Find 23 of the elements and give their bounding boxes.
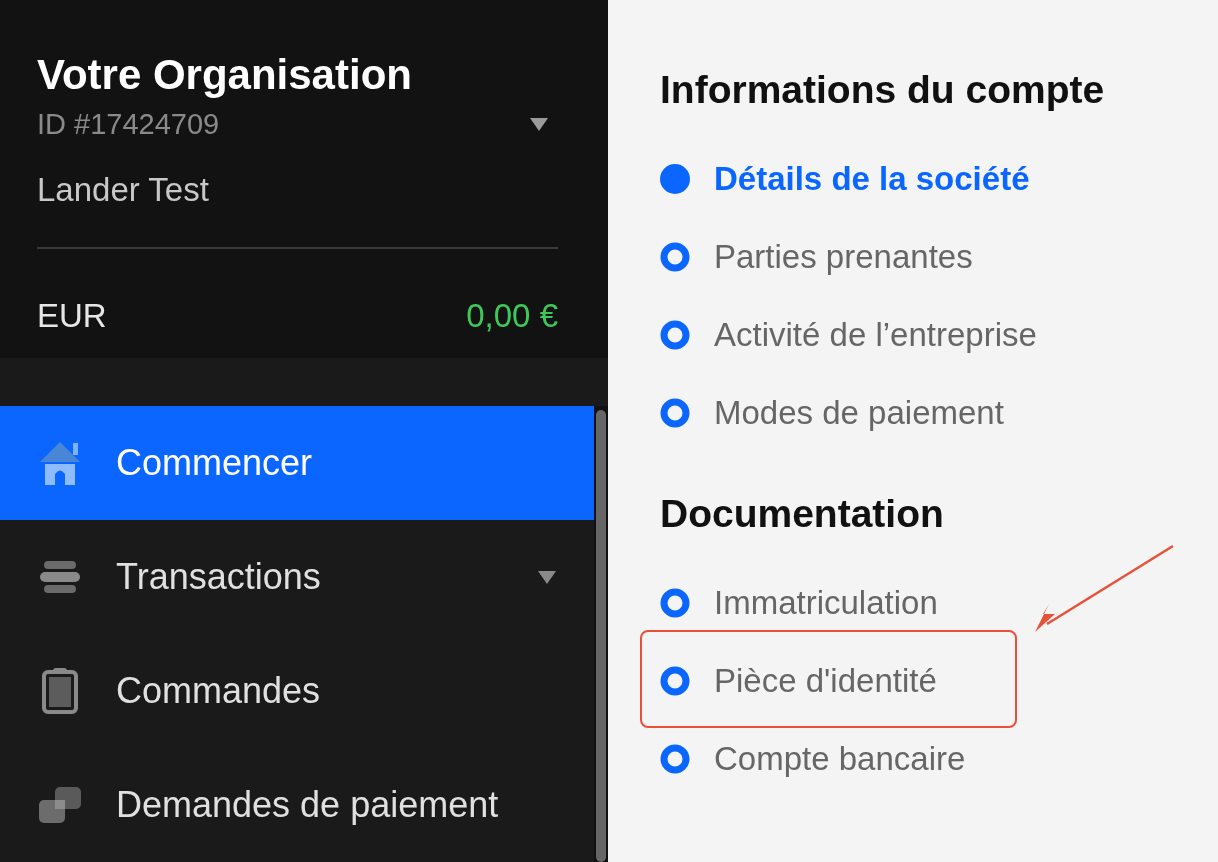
scrollbar-thumb[interactable] [596,410,606,862]
nav-item[interactable]: Demandes de paiement [0,748,594,862]
nav-item[interactable]: Transactions [0,520,594,634]
nav-item[interactable]: Commandes [0,634,594,748]
step-link[interactable]: Activité de l’entreprise [714,316,1037,354]
overlapping-squares-icon [38,787,82,823]
section-heading: Documentation [660,492,945,536]
step-link[interactable]: Modes de paiement [714,394,1004,432]
home-icon [38,440,82,486]
balance-amount: 0,00 € [466,297,558,335]
step-link[interactable]: Pièce d'identité [714,662,937,700]
step-link[interactable]: Parties prenantes [714,238,973,276]
caret-icon[interactable] [530,118,548,131]
step-link[interactable]: Détails de la société [714,160,1030,198]
stack-icon [38,561,82,593]
step-link[interactable]: Compte bancaire [714,740,966,778]
currency-label: EUR [37,297,107,335]
user-name: Lander Test [37,171,210,209]
section-heading: Informations du compte [660,68,1106,112]
organization-name: Votre Organisation [37,50,413,100]
nav-item[interactable]: Commencer [0,406,594,520]
organization-id: ID #17424709 [37,108,220,141]
step-link[interactable]: Immatriculation [714,584,938,622]
